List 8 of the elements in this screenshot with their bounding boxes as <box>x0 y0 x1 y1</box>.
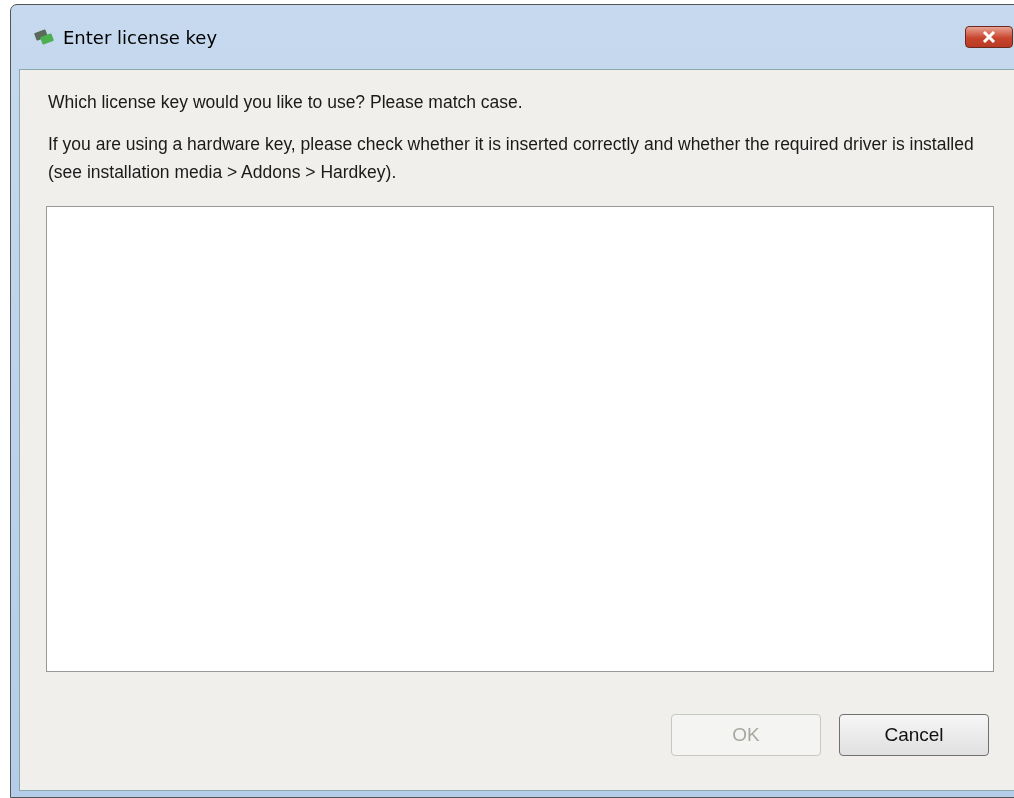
prompt-text: Which license key would you like to use? Please match case. <box>48 92 524 113</box>
key-icon <box>33 28 55 46</box>
close-icon <box>982 31 996 43</box>
hint-text: If you are using a hardware key, please check whether it is inserted correctly and whether the required driver is installed (see installation media > Addons > Hardkey). <box>48 133 975 184</box>
cancel-button[interactable]: Cancel <box>839 714 989 756</box>
license-key-field[interactable] <box>46 206 994 672</box>
close-button[interactable] <box>965 26 1013 48</box>
window-title: Enter license key <box>63 26 218 48</box>
